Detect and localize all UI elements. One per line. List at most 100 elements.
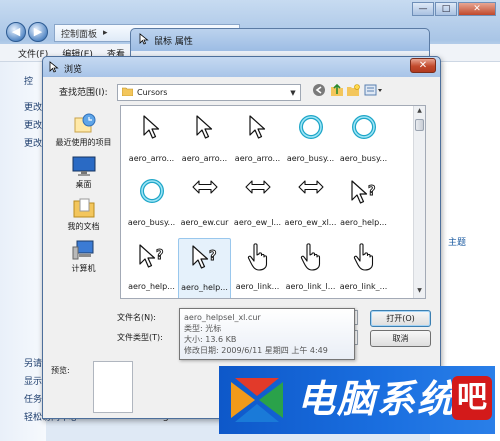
browse-dialog: 浏览 ✕ 查找范围(I): Cursors ▼ 最近使用的项目 桌面 我的文档 … [42, 56, 441, 419]
folder-icon [121, 87, 134, 98]
file-item[interactable]: aero_arro... [178, 110, 231, 172]
link-cursor-icon [337, 242, 390, 282]
place-documents[interactable]: 我的文档 [49, 197, 118, 232]
places-bar: 最近使用的项目 桌面 我的文档 计算机 [49, 107, 118, 293]
file-item[interactable]: ? aero_help... [178, 238, 231, 298]
scroll-up-icon[interactable]: ▲ [414, 107, 425, 117]
place-computer[interactable]: 计算机 [49, 239, 118, 274]
file-name: aero_link_l... [285, 282, 336, 291]
vertical-scrollbar[interactable]: ▲ ▼ [413, 106, 425, 298]
minimize-button[interactable]: — [412, 2, 434, 16]
svg-text:?: ? [209, 249, 217, 264]
file-name: aero_busy... [127, 218, 176, 227]
file-item[interactable]: aero_ew_xl... [284, 174, 337, 236]
file-item[interactable]: ? aero_help... [125, 238, 178, 298]
file-name: aero_help... [128, 282, 175, 291]
look-in-value: Cursors [137, 88, 168, 97]
file-item[interactable]: aero_ew.cur [178, 174, 231, 236]
up-folder-icon[interactable] [329, 83, 345, 99]
theme-link[interactable]: 主题 [448, 235, 466, 248]
place-desktop[interactable]: 桌面 [49, 155, 118, 190]
sidebar-item[interactable]: 更改 [24, 118, 42, 131]
file-item[interactable]: aero_arro... [231, 110, 284, 172]
svg-text:?: ? [156, 248, 164, 263]
sidebar-item[interactable]: 控 [24, 74, 33, 87]
file-name: aero_busy... [339, 154, 388, 163]
scroll-down-icon[interactable]: ▼ [414, 287, 425, 297]
file-name: aero_help... [181, 283, 228, 292]
tooltip-filename: aero_helpsel_xl.cur [184, 313, 261, 322]
help-cursor-icon: ? [125, 242, 178, 282]
recent-items-icon [71, 113, 97, 135]
link-cursor-icon [284, 242, 337, 282]
look-in-select[interactable]: Cursors ▼ [117, 84, 301, 101]
watermark-logo-icon [231, 378, 283, 422]
scroll-thumb[interactable] [415, 119, 424, 131]
maximize-button[interactable]: □ [435, 2, 457, 16]
file-item[interactable]: aero_link_... [337, 238, 390, 298]
link-cursor-icon [231, 242, 284, 282]
file-item[interactable]: aero_busy... [125, 174, 178, 236]
filename-label: 文件名(N): [117, 313, 156, 322]
documents-icon [71, 197, 97, 219]
svg-text:?: ? [368, 184, 376, 199]
file-name: aero_ew_l... [233, 218, 282, 227]
forward-button[interactable]: ▶ [28, 22, 48, 42]
place-recent[interactable]: 最近使用的项目 [49, 113, 118, 148]
sidebar-item[interactable]: 另请 [24, 356, 42, 369]
file-name: aero_link_... [339, 282, 388, 291]
mouse-pointer-icon [49, 61, 59, 76]
tooltip-type: 类型: 光标 [184, 324, 222, 333]
sidebar-item[interactable]: 任务 [24, 392, 42, 405]
file-name: aero_ew.cur [180, 218, 229, 227]
ew-cursor-icon [231, 178, 284, 218]
close-button[interactable]: ✕ [458, 2, 496, 16]
file-item[interactable]: ? aero_help... [337, 174, 390, 236]
watermark-text: 电脑系统 [297, 376, 458, 421]
sidebar: 控 更改 更改 更改 另请 显示 任务 轻松访问中心 [0, 62, 78, 441]
file-item[interactable]: aero_link_l... [284, 238, 337, 298]
desktop-icon [71, 155, 97, 177]
go-back-icon[interactable] [311, 83, 327, 99]
sidebar-item[interactable]: 显示 [24, 374, 42, 387]
arrow-cursor-icon [178, 114, 231, 154]
file-item[interactable]: aero_busy... [284, 110, 337, 172]
new-folder-icon[interactable] [345, 83, 361, 99]
chevron-right-icon: ▸ [103, 28, 108, 38]
chevron-down-icon[interactable]: ▼ [286, 89, 300, 97]
view-menu-icon[interactable] [363, 83, 385, 99]
mouse-properties-label: 鼠标 属性 [154, 37, 193, 47]
ew-cursor-icon [284, 178, 337, 218]
address-segment[interactable]: 控制面板 [61, 27, 97, 40]
dialog-titlebar: 浏览 [49, 61, 82, 76]
help-cursor-icon: ? [179, 243, 230, 283]
open-button[interactable]: 打开(O) [370, 310, 431, 327]
sidebar-item[interactable]: 更改 [24, 100, 42, 113]
file-item[interactable]: aero_arro... [125, 110, 178, 172]
place-label: 我的文档 [67, 222, 100, 231]
nav-buttons: ◀ ▶ [6, 22, 48, 42]
busy-cursor-icon [125, 178, 178, 218]
file-item[interactable]: aero_busy... [337, 110, 390, 172]
file-name: aero_arro... [181, 154, 228, 163]
mouse-properties-title: 鼠标 属性 [139, 33, 193, 48]
window-controls: — □ ✕ [412, 2, 496, 16]
file-item[interactable]: aero_ew_l... [231, 174, 284, 236]
file-item[interactable]: aero_link... [231, 238, 284, 298]
site-watermark: 电脑系统 吧 [219, 366, 495, 434]
cancel-button[interactable]: 取消 [370, 330, 431, 347]
filetype-label: 文件类型(T): [117, 333, 163, 342]
file-name: aero_arro... [128, 154, 175, 163]
file-name: aero_ew_xl... [284, 218, 337, 227]
watermark-seal: 吧 [452, 376, 492, 420]
dialog-close-button[interactable]: ✕ [410, 58, 436, 73]
preview-box [93, 361, 133, 413]
file-name: aero_help... [340, 218, 387, 227]
sidebar-item[interactable]: 更改 [24, 136, 42, 149]
arrow-cursor-icon [125, 114, 178, 154]
file-list[interactable]: aero_arro... aero_arro... aero_arro... aero… [120, 105, 426, 299]
dialog-title: 浏览 [64, 65, 83, 75]
file-info-tooltip: aero_helpsel_xl.cur 类型: 光标 大小: 13.6 KB 修… [179, 308, 355, 360]
arrow-cursor-icon [231, 114, 284, 154]
back-button[interactable]: ◀ [6, 22, 26, 42]
